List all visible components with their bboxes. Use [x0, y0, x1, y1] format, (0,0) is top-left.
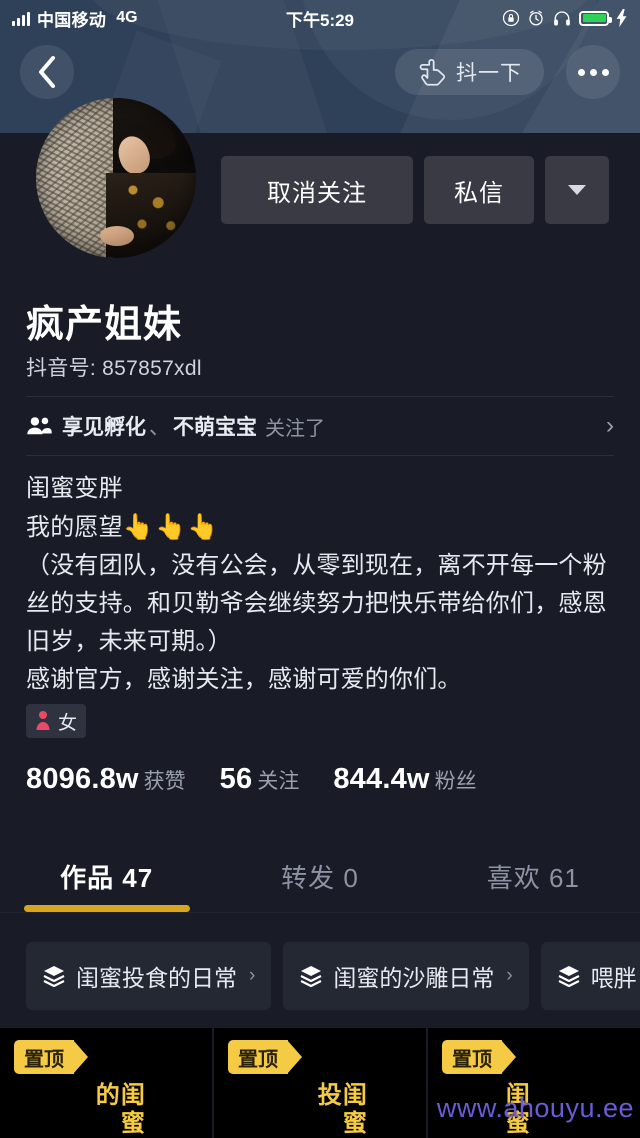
rotation-lock-icon: [502, 9, 520, 27]
stack-icon: [43, 966, 65, 987]
network-type-label: 4G: [116, 9, 138, 26]
more-actions-dropdown-button[interactable]: [545, 156, 609, 224]
playlist-chip-3[interactable]: 喂胖: [540, 942, 640, 1010]
navigation-bar: 抖一下: [0, 40, 640, 104]
playlist-chip-3-label: 喂胖: [590, 965, 637, 991]
bio-line-2: 我的愿望👆👆👆: [26, 508, 618, 547]
bio-line-3: （没有团队，没有公会，从零到现在，离不开每一个粉丝的支持。和贝勒爷会继续努力把快…: [26, 552, 607, 655]
pointing-hand-icon: [419, 58, 446, 86]
tab-likes[interactable]: 喜欢 61: [427, 846, 640, 906]
video-cell-2[interactable]: 置顶 闺蜜投: [214, 1028, 426, 1138]
mutual-follow-separator: 、: [149, 416, 170, 439]
chevron-right-icon: ›: [249, 965, 256, 986]
status-bar: 中国移动 4G 下午5:29: [0, 0, 640, 36]
bio-line-2-text: 我的愿望: [26, 514, 123, 541]
playlist-chip-1[interactable]: 闺蜜投食的日常 ›: [26, 942, 272, 1010]
playlist-chip-list[interactable]: 闺蜜投食的日常 › 闺蜜的沙雕日常 › 喂胖: [0, 928, 640, 1024]
message-button-label: 私信: [454, 179, 504, 207]
stat-likes-label: 获赞: [143, 770, 186, 793]
tab-works-label: 作品 47: [60, 862, 154, 893]
divider-top: [26, 396, 614, 397]
battery-icon: [579, 10, 612, 26]
more-options-button[interactable]: [566, 45, 620, 99]
chevron-down-icon: [568, 185, 586, 195]
pointing-up-emoji: 👆👆👆: [122, 513, 220, 541]
page-title: 疯产姐妹: [26, 304, 183, 346]
playlist-chip-2[interactable]: 闺蜜的沙雕日常 ›: [283, 942, 529, 1010]
charging-bolt-icon: [616, 9, 627, 27]
shake-button[interactable]: 抖一下: [395, 49, 544, 95]
avatar[interactable]: [36, 98, 196, 258]
profile-screen: 中国移动 4G 下午5:29 抖一下 取消关注 私信 疯产姐妹 抖音号: 857…: [0, 0, 640, 1138]
watermark: www.ahouyu.ee: [436, 1093, 634, 1123]
mutual-follow-name-2[interactable]: 不萌宝宝: [173, 416, 257, 439]
tab-likes-label: 喜欢 61: [486, 862, 580, 893]
pinned-badge: 置顶: [442, 1040, 516, 1074]
tab-reposts-label: 转发 0: [281, 862, 359, 893]
tabs-divider: [0, 912, 640, 913]
playlist-chip-1-label: 闺蜜投食的日常: [76, 965, 237, 991]
video-overlay-text: 闺蜜投: [313, 1082, 366, 1138]
stat-following[interactable]: 56 关注: [220, 763, 300, 796]
back-button[interactable]: [20, 45, 74, 99]
divider-bottom: [26, 455, 614, 456]
pinned-badge: 置顶: [14, 1040, 88, 1074]
two-people-icon: [27, 417, 52, 435]
stat-following-value: 56: [219, 763, 253, 795]
headphones-icon: [554, 11, 570, 26]
stat-likes[interactable]: 8096.8w 获赞: [26, 763, 186, 796]
tab-reposts[interactable]: 转发 0: [213, 846, 426, 906]
gender-label: 女: [58, 712, 78, 734]
pinned-badge: 置顶: [228, 1040, 302, 1074]
playlist-chip-2-label: 闺蜜的沙雕日常: [333, 965, 495, 991]
profile-tabs: 作品 47 转发 0 喜欢 61: [0, 846, 640, 906]
profile-stats: 8096.8w 获赞 56 关注 844.4w 粉丝: [26, 763, 477, 796]
mutual-follow-suffix: 关注了: [265, 417, 325, 440]
tab-works[interactable]: 作品 47: [0, 846, 213, 906]
video-cell-1[interactable]: 置顶 闺蜜的: [0, 1028, 212, 1138]
signal-strength-icon: [12, 11, 30, 26]
video-overlay-text: 闺蜜的: [91, 1082, 144, 1138]
chevron-right-icon: ›: [506, 965, 513, 986]
douyin-id-label: 抖音号: 857857xdl: [26, 357, 202, 380]
chevron-right-icon: ›: [606, 412, 614, 439]
stat-followers-label: 粉丝: [434, 770, 477, 793]
mutual-follow-name-1[interactable]: 享见孵化: [62, 416, 146, 439]
mutual-follow-row[interactable]: 享见孵化、不萌宝宝 关注了 ›: [26, 404, 614, 448]
unfollow-button-label: 取消关注: [267, 179, 367, 207]
carrier-label: 中国移动: [37, 10, 107, 30]
profile-action-buttons: 取消关注 私信: [221, 156, 609, 224]
stack-icon: [300, 966, 322, 987]
stat-followers-value: 844.4w: [333, 763, 430, 795]
stat-following-label: 关注: [257, 770, 300, 793]
stat-likes-value: 8096.8w: [26, 763, 139, 795]
bio-line-4: 感谢官方，感谢关注，感谢可爱的你们。: [26, 666, 462, 693]
profile-bio[interactable]: 闺蜜变胖 我的愿望👆👆👆 （没有团队，没有公会，从零到现在，离不开每一个粉丝的支…: [26, 470, 618, 699]
alarm-clock-icon: [529, 10, 543, 26]
chevron-left-icon: [39, 56, 55, 88]
stack-icon: [558, 966, 580, 987]
female-icon: [36, 711, 50, 730]
stat-followers[interactable]: 844.4w 粉丝: [333, 763, 476, 796]
bio-line-1: 闺蜜变胖: [26, 475, 123, 502]
message-button[interactable]: 私信: [424, 156, 534, 224]
unfollow-button[interactable]: 取消关注: [221, 156, 413, 224]
status-badge: 女: [26, 704, 87, 738]
shake-button-label: 抖一下: [456, 62, 522, 85]
